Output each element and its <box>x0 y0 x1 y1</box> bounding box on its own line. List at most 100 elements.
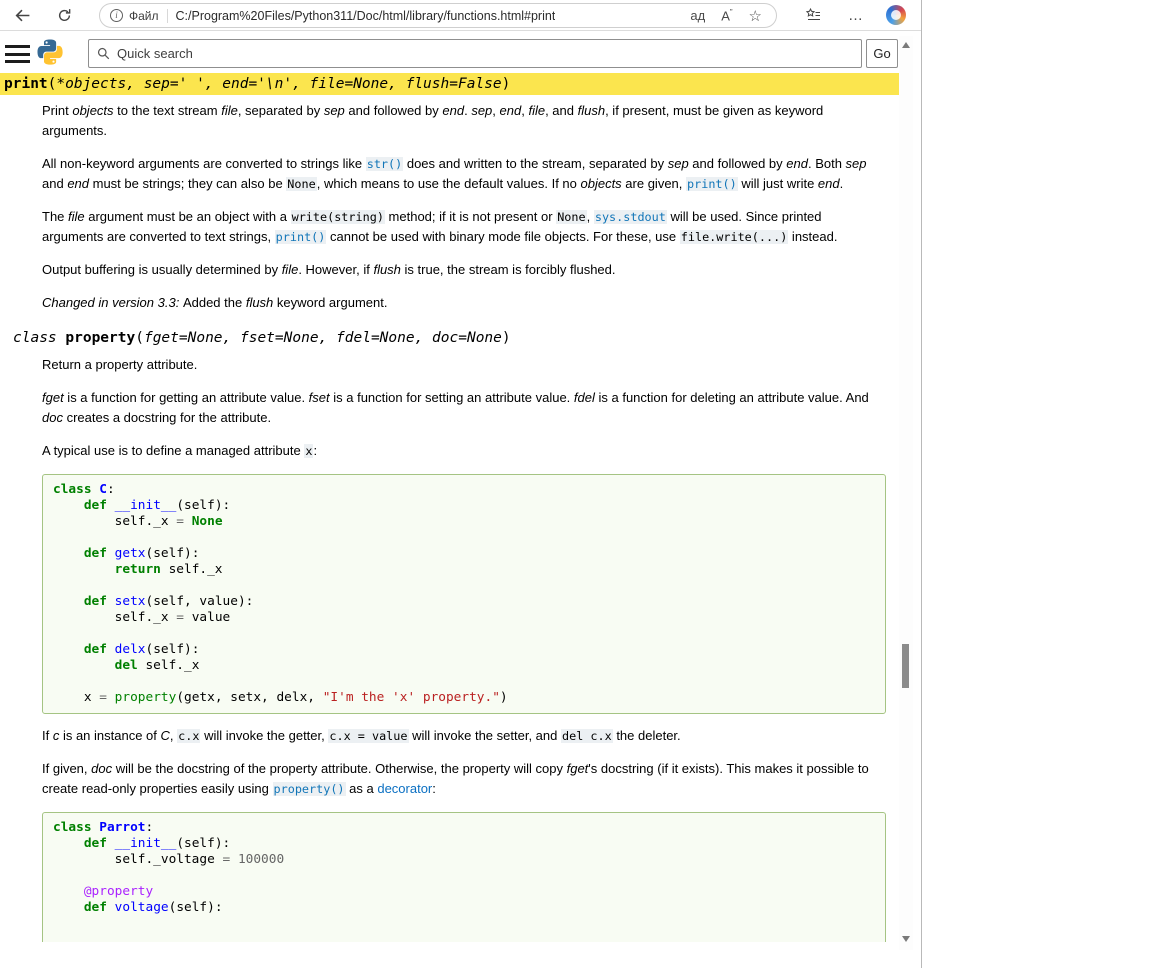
code-line: @property <box>53 884 875 900</box>
inline-link[interactable]: print() <box>275 230 327 244</box>
back-arrow-icon <box>14 7 31 24</box>
back-button[interactable] <box>8 0 36 30</box>
python-logo-icon[interactable] <box>36 38 64 66</box>
text-segment: fdel <box>574 390 595 405</box>
favorites-star-icon[interactable]: ☆ <box>749 7 762 25</box>
code-line: def getx(self): <box>53 546 875 562</box>
settings-more-icon[interactable]: … <box>842 0 870 30</box>
text-segment: A typical use is to define a managed att… <box>42 443 304 458</box>
function-entries: print(*objects, sep=' ', end='\n', file=… <box>0 73 899 942</box>
text-segment: are given, <box>622 176 686 191</box>
text-segment: : <box>313 443 317 458</box>
text-segment: flush <box>578 103 605 118</box>
protocol-label: Файл <box>129 9 159 23</box>
code-line: self._x = None <box>53 514 875 530</box>
search-box <box>88 39 862 68</box>
text-segment: objects <box>580 176 621 191</box>
text-segment: file <box>528 103 545 118</box>
text-segment: and followed by <box>689 156 787 171</box>
code-line: def __init__(self): <box>53 498 875 514</box>
text-size-icon[interactable]: A” <box>721 8 732 23</box>
text-size-glyph: A <box>721 8 730 23</box>
address-bar[interactable]: i Файл C:/Program%20Files/Python311/Doc/… <box>99 3 777 28</box>
code-line: class Parrot: <box>53 820 875 836</box>
text-segment: creates a docstring for the attribute. <box>63 410 271 425</box>
text-segment: ) <box>502 330 511 346</box>
text-segment: will just write <box>738 176 818 191</box>
inline-link[interactable]: property() <box>273 782 346 796</box>
code-line: return self._x <box>53 562 875 578</box>
refresh-button[interactable] <box>50 0 78 30</box>
text-segment: None <box>556 210 586 224</box>
paragraph: fget is a function for getting an attrib… <box>42 388 886 428</box>
code-line: def setx(self, value): <box>53 594 875 610</box>
text-segment: Added the <box>183 295 246 310</box>
text-segment: If <box>42 728 53 743</box>
text-segment: print <box>4 76 48 92</box>
print-description: Print objects to the text stream file, s… <box>42 101 886 313</box>
text-segment: C <box>161 728 170 743</box>
text-segment: Changed in version 3.3: <box>42 295 183 310</box>
text-segment: doc <box>42 410 63 425</box>
inline-link[interactable]: str() <box>366 157 404 171</box>
inline-link[interactable]: decorator <box>377 781 432 796</box>
code-example-class-c: class C: def __init__(self): self._x = N… <box>42 474 886 714</box>
favorites-hub-icon[interactable] <box>798 0 828 30</box>
text-segment: does and written to the stream, separate… <box>403 156 667 171</box>
scrollbar-thumb[interactable] <box>902 644 909 688</box>
text-segment: ) <box>502 76 511 92</box>
page-scrollbar[interactable] <box>899 36 913 950</box>
code-line: def __init__(self): <box>53 836 875 852</box>
text-segment: argument must be an object with a <box>85 209 291 224</box>
url-text[interactable]: C:/Program%20Files/Python311/Doc/html/li… <box>176 9 556 23</box>
scrollbar-up-arrow-icon[interactable] <box>902 42 910 48</box>
code-line: self._x = value <box>53 610 875 626</box>
inline-link[interactable]: sys.stdout <box>594 210 667 224</box>
text-segment: Return a property attribute. <box>42 357 197 372</box>
text-segment: doc <box>91 761 112 776</box>
text-segment: , and <box>545 103 578 118</box>
search-input[interactable] <box>117 46 853 61</box>
text-segment: If given, <box>42 761 91 776</box>
text-segment: property <box>65 330 135 346</box>
text-segment: , <box>492 103 499 118</box>
text-segment: file.write(...) <box>680 230 789 244</box>
paragraph: If c is an instance of C, c.x will invok… <box>42 726 886 746</box>
text-segment: to the text stream <box>114 103 222 118</box>
paragraph: Output buffering is usually determined b… <box>42 260 886 280</box>
text-segment: sep <box>324 103 345 118</box>
text-segment: fget=None, fset=None, fdel=None, doc=Non… <box>144 330 502 346</box>
text-segment: . <box>840 176 844 191</box>
star-lines-icon <box>805 7 821 23</box>
text-segment: keyword argument. <box>273 295 387 310</box>
paragraph: If given, doc will be the docstring of t… <box>42 759 886 799</box>
search-icon <box>97 47 110 60</box>
version-changed-note: Changed in version 3.3: Added the flush … <box>42 293 886 313</box>
browser-toolbar: i Файл C:/Program%20Files/Python311/Doc/… <box>0 0 921 31</box>
text-segment: . Both <box>808 156 846 171</box>
translate-icon[interactable]: ад <box>690 8 705 23</box>
copilot-icon[interactable] <box>886 5 906 25</box>
inline-link[interactable]: print() <box>686 177 738 191</box>
text-segment: will invoke the setter, and <box>409 728 561 743</box>
paragraph: Print objects to the text stream file, s… <box>42 101 886 141</box>
text-segment: is a function for setting an attribute v… <box>330 390 574 405</box>
text-segment: will invoke the getter, <box>200 728 328 743</box>
text-segment: file <box>68 209 85 224</box>
code-line <box>53 530 875 546</box>
text-segment: , <box>587 209 594 224</box>
text-segment: , separated by <box>238 103 324 118</box>
text-segment: sep <box>846 156 867 171</box>
text-segment: ( <box>135 330 144 346</box>
page-info-icon[interactable]: i <box>110 9 123 22</box>
text-segment: c.x = value <box>328 729 408 743</box>
scrollbar-down-arrow-icon[interactable] <box>902 936 910 942</box>
text-segment: fset <box>309 390 330 405</box>
text-segment: Output buffering is usually determined b… <box>42 262 282 277</box>
text-segment: instead. <box>788 229 837 244</box>
menu-hamburger-icon[interactable] <box>5 45 30 68</box>
property-signature: class property(fget=None, fset=None, fde… <box>0 327 899 349</box>
text-segment: and <box>42 176 67 191</box>
text-segment: end <box>442 103 464 118</box>
search-go-button[interactable]: Go <box>866 39 898 68</box>
